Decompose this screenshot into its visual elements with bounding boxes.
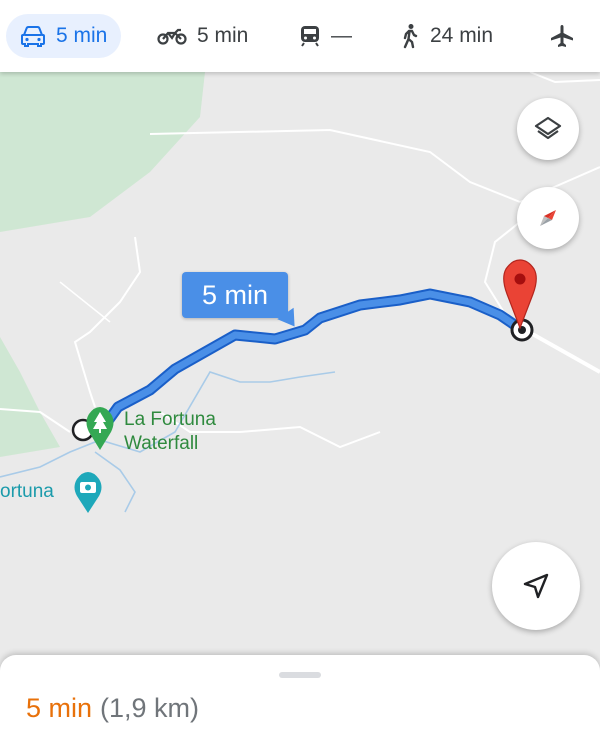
walking-icon (403, 24, 418, 49)
mode-motorcycle-time: 5 min (197, 24, 249, 47)
mode-motorcycle[interactable]: 5 min (157, 14, 248, 58)
poi-waterfall-label[interactable]: La Fortuna Waterfall (124, 408, 216, 456)
compass-button[interactable] (517, 187, 579, 249)
route-duration-callout[interactable]: 5 min (182, 272, 288, 318)
mode-walking[interactable]: 24 min (400, 14, 493, 58)
flight-icon (551, 25, 573, 47)
route-duration: 5 min (26, 693, 93, 723)
mode-driving-time: 5 min (56, 24, 108, 47)
navigation-arrow-icon (523, 573, 549, 599)
poi-waterfall-line2: Waterfall (124, 433, 199, 454)
mode-walking-time: 24 min (430, 24, 494, 47)
layers-button[interactable] (517, 98, 579, 160)
mode-transit[interactable]: — (299, 14, 352, 58)
poi-waterfall-line1: La Fortuna (124, 409, 216, 430)
route-summary-sheet[interactable]: 5 min (1,9 km) (0, 655, 600, 735)
layers-icon (534, 116, 562, 140)
route-summary: 5 min (1,9 km) (26, 693, 199, 724)
mode-flight[interactable] (549, 14, 575, 58)
route-distance: (1,9 km) (100, 693, 200, 723)
mode-driving[interactable]: 5 min (6, 14, 122, 58)
my-location-button[interactable] (492, 542, 580, 630)
transit-icon (301, 26, 319, 47)
car-icon (21, 26, 45, 47)
compass-icon (540, 210, 556, 226)
poi-town-label[interactable]: ortuna (0, 480, 54, 504)
travel-mode-bar: 5 min 5 min — 24 min (0, 0, 600, 72)
mode-transit-time: — (331, 24, 352, 47)
sheet-drag-handle[interactable] (279, 672, 321, 678)
motorcycle-icon (157, 28, 187, 45)
